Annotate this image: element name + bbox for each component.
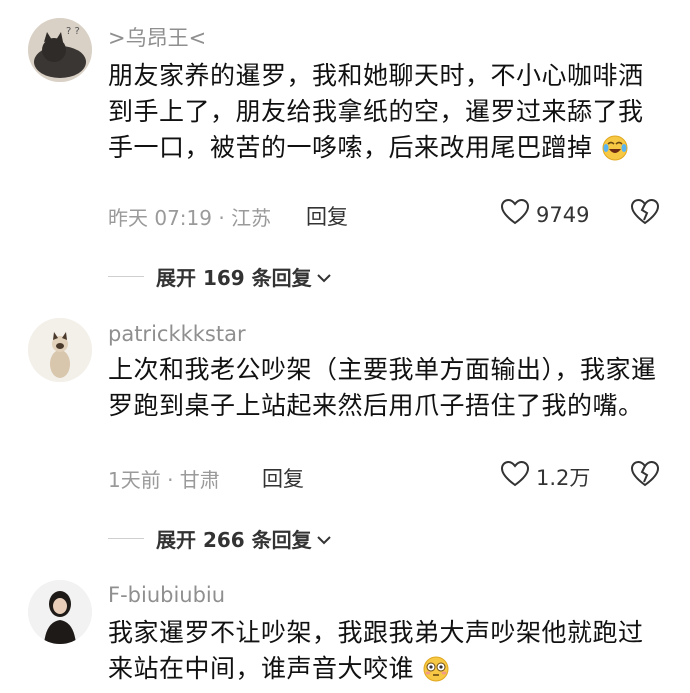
username[interactable]: patrickkkstar: [108, 322, 246, 346]
chevron-down-icon: [316, 527, 332, 551]
divider-line: [108, 276, 144, 277]
expand-replies-label: 展开 266 条回复: [156, 528, 312, 552]
like-button[interactable]: 1.2万: [500, 460, 590, 493]
reply-button[interactable]: 回复: [306, 201, 348, 231]
comment-item: patrickkkstar 上次和我老公吵架（主要我单方面输出），我家暹罗跑到桌…: [0, 310, 690, 570]
heart-icon: [500, 198, 530, 231]
expand-replies-button[interactable]: 展开 169 条回复: [108, 262, 332, 291]
svg-text:? ?: ? ?: [66, 26, 80, 37]
comment-text: 我家暹罗不让吵架，我跟我弟大声吵架他就跑过来站在中间，谁声音大咬谁: [108, 615, 668, 693]
comment-item: F-biubiubiu 我家暹罗不让吵架，我跟我弟大声吵架他就跑过来站在中间，谁…: [0, 575, 690, 692]
dislike-button[interactable]: [630, 460, 660, 492]
expand-replies-button[interactable]: 展开 266 条回复: [108, 524, 332, 553]
avatar[interactable]: [28, 318, 92, 382]
divider-line: [108, 538, 144, 539]
like-count: 9749: [536, 202, 590, 227]
username[interactable]: >乌昂王<: [108, 22, 206, 52]
broken-heart-icon: [630, 198, 660, 230]
reply-button[interactable]: 回复: [262, 463, 304, 493]
dislike-button[interactable]: [630, 198, 660, 230]
expand-replies-label: 展开 169 条回复: [156, 266, 312, 290]
timestamp-location: 昨天 07:19 · 江苏: [108, 206, 272, 230]
username[interactable]: F-biubiubiu: [108, 583, 225, 607]
like-button[interactable]: 9749: [500, 198, 589, 231]
crying-laughing-emoji: [601, 134, 629, 172]
avatar[interactable]: [28, 580, 92, 644]
chevron-down-icon: [316, 265, 332, 289]
comment-text-content: 朋友家养的暹罗，我和她聊天时，不小心咖啡洒到手上了，朋友给我拿纸的空，暹罗过来舔…: [108, 61, 644, 162]
heart-icon: [500, 460, 530, 493]
comment-item: ? ? >乌昂王< 朋友家养的暹罗，我和她聊天时，不小心咖啡洒到手上了，朋友给我…: [0, 0, 690, 300]
comment-text: 上次和我老公吵架（主要我单方面输出），我家暹罗跑到桌子上站起来然后用爪子捂住了我…: [108, 355, 657, 420]
comment-text-content: 我家暹罗不让吵架，我跟我弟大声吵架他就跑过来站在中间，谁声音大咬谁: [108, 618, 644, 683]
avatar[interactable]: ? ?: [28, 18, 92, 82]
like-count: 1.2万: [536, 465, 591, 490]
timestamp-location: 1天前 · 甘肃: [108, 468, 220, 492]
flushed-face-emoji: [422, 655, 450, 693]
broken-heart-icon: [630, 460, 660, 492]
comment-text: 朋友家养的暹罗，我和她聊天时，不小心咖啡洒到手上了，朋友给我拿纸的空，暹罗过来舔…: [108, 58, 668, 172]
